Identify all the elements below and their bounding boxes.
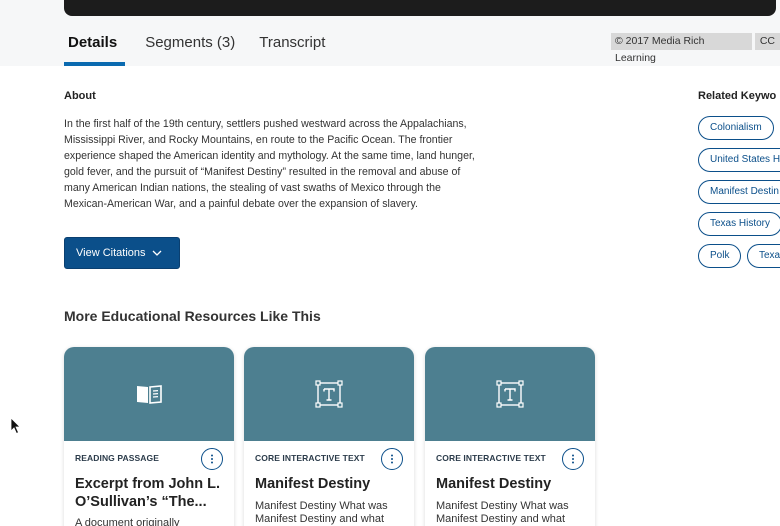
about-line: Mexican-American War, and a painful deba… <box>64 198 418 210</box>
closed-caption-button[interactable]: CC <box>754 33 780 50</box>
tab-bar: Details Segments (3) Transcript <box>64 26 345 66</box>
card-thumbnail <box>425 347 595 441</box>
card-desc-line: Manifest Destiny What was <box>255 500 388 512</box>
chevron-down-icon <box>152 250 161 256</box>
card-thumbnail <box>244 347 414 441</box>
card-description: A document originally <box>75 517 227 526</box>
resource-card[interactable]: CORE INTERACTIVE TEXT Manifest Destiny M… <box>425 347 595 526</box>
card-options-button[interactable] <box>201 448 223 470</box>
mouse-pointer-icon <box>10 417 21 435</box>
view-citations-label: View Citations <box>76 247 146 259</box>
about-line: Mississippi River, and Rocky Mountains, … <box>64 134 453 146</box>
text-frame-icon <box>315 380 343 408</box>
resource-card[interactable]: READING PASSAGE Excerpt from John L. O’S… <box>64 347 234 526</box>
tab-details[interactable]: Details <box>64 26 126 66</box>
about-line: many American Indian nations, the steali… <box>64 182 441 194</box>
card-title: Manifest Destiny <box>255 475 407 493</box>
copyright-text: © 2017 Media Rich Learning <box>611 33 752 64</box>
about-line: gold fever, and the pursuit of “Manifest… <box>64 166 461 178</box>
tab-transcript[interactable]: Transcript <box>255 26 329 66</box>
more-vertical-icon <box>391 454 393 464</box>
keyword-pill[interactable]: Manifest Destin <box>698 180 780 204</box>
keyword-pill[interactable]: Texa <box>747 244 780 268</box>
about-line: experience shaped the American identity … <box>64 150 475 162</box>
card-description: Manifest Destiny What was Manifest Desti… <box>255 500 407 526</box>
keyword-pill[interactable]: Colonialism <box>698 116 774 140</box>
card-title-line: Manifest Destiny <box>436 476 552 492</box>
about-heading: About <box>64 90 96 102</box>
card-desc-line: Manifest Destiny What was <box>436 500 569 512</box>
keyword-pill[interactable]: Texas History <box>698 212 780 236</box>
card-title-line: Manifest Destiny <box>255 476 371 492</box>
card-type: READING PASSAGE <box>75 453 159 463</box>
more-vertical-icon <box>211 454 213 464</box>
card-title-line: O’Sullivan’s “The... <box>75 494 207 510</box>
view-citations-button[interactable]: View Citations <box>64 237 180 269</box>
card-options-button[interactable] <box>562 448 584 470</box>
about-description: In the first half of the 19th century, s… <box>64 116 534 212</box>
tab-segments[interactable]: Segments (3) <box>141 26 239 66</box>
card-desc-line: A document originally <box>75 517 180 526</box>
copyright-notice: © 2017 Media Rich Learning CC <box>611 33 780 64</box>
book-icon <box>137 385 162 404</box>
card-thumbnail <box>64 347 234 441</box>
card-title: Manifest Destiny <box>436 475 588 493</box>
text-frame-icon <box>496 380 524 408</box>
more-vertical-icon <box>572 454 574 464</box>
resource-card[interactable]: CORE INTERACTIVE TEXT Manifest Destiny M… <box>244 347 414 526</box>
more-resources-heading: More Educational Resources Like This <box>64 308 321 324</box>
card-desc-line: Manifest Destiny and what <box>255 513 385 525</box>
card-type: CORE INTERACTIVE TEXT <box>436 453 546 463</box>
card-options-button[interactable] <box>381 448 403 470</box>
keyword-pill[interactable]: Polk <box>698 244 742 268</box>
card-title: Excerpt from John L. O’Sullivan’s “The..… <box>75 475 227 511</box>
card-desc-line: Manifest Destiny and what <box>436 513 566 525</box>
about-line: In the first half of the 19th century, s… <box>64 118 467 130</box>
keyword-pill[interactable]: United States H <box>698 148 780 172</box>
video-player-bottom[interactable] <box>64 0 776 16</box>
related-keywords-heading: Related Keywo <box>698 90 777 102</box>
card-description: Manifest Destiny What was Manifest Desti… <box>436 500 588 526</box>
card-type: CORE INTERACTIVE TEXT <box>255 453 365 463</box>
card-title-line: Excerpt from John L. <box>75 476 221 492</box>
